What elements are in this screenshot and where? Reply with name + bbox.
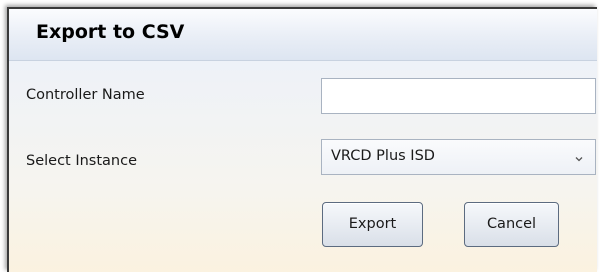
export-button[interactable]: Export (322, 202, 423, 247)
instance-select[interactable]: VRCD Plus ISD (321, 139, 596, 175)
controller-name-input[interactable] (321, 78, 596, 114)
dialog-title: Export to CSV (36, 21, 185, 43)
export-dialog: Export to CSV Controller Name Select Ins… (7, 7, 597, 272)
dialog-titlebar: Export to CSV (9, 9, 597, 61)
controller-name-label: Controller Name (26, 87, 145, 103)
select-instance-label: Select Instance (26, 153, 138, 169)
cancel-button[interactable]: Cancel (464, 202, 559, 247)
dialog-body: Controller Name Select Instance VRCD Plu… (9, 61, 597, 272)
chevron-down-icon[interactable] (573, 150, 585, 162)
instance-select-value: VRCD Plus ISD (331, 148, 435, 164)
